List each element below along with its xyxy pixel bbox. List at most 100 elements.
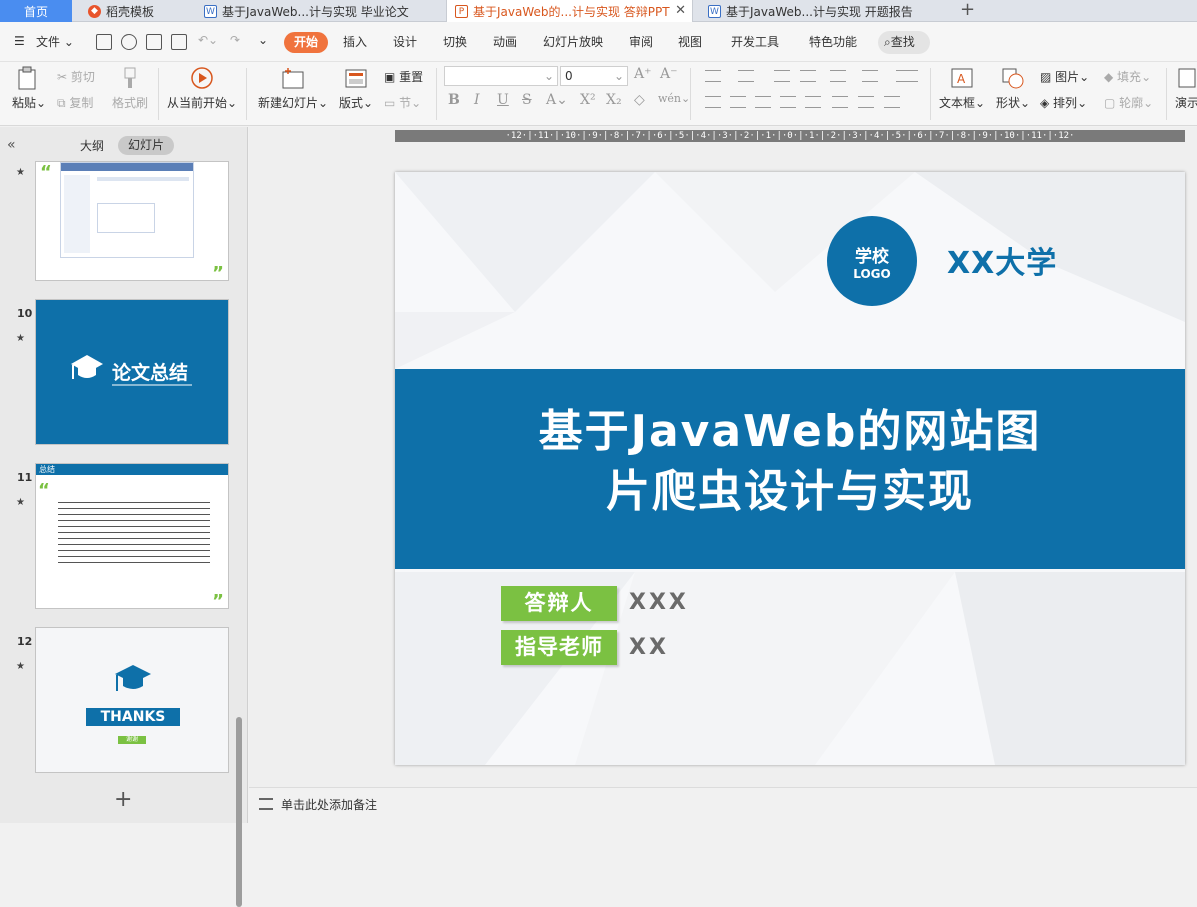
superscript-icon[interactable]: X² — [580, 92, 596, 108]
section-label: 节 — [399, 96, 412, 110]
text-direction-icon[interactable] — [830, 70, 846, 82]
menu-slideshow[interactable]: 幻灯片放映 — [543, 33, 603, 50]
menu-insert[interactable]: 插入 — [343, 33, 367, 50]
title-banner: 基于JavaWeb的网站图 片爬虫设计与实现 — [395, 369, 1185, 569]
defender-value[interactable]: XXX — [629, 590, 689, 615]
copy-button[interactable]: ⧉ 复制 — [57, 94, 93, 111]
phonetic-guide-icon[interactable]: wén⌄ — [658, 92, 690, 105]
font-size-dropdown[interactable]: 0 ⌄ — [560, 66, 628, 86]
advisor-value[interactable]: XX — [629, 635, 669, 660]
font-family-dropdown[interactable]: ⌄ — [444, 66, 558, 86]
strikethrough-icon[interactable]: S — [522, 92, 532, 108]
notes-bar[interactable]: 单击此处添加备注 — [249, 787, 1197, 823]
align-center-icon[interactable] — [730, 96, 746, 108]
fill-button[interactable]: ◆ 填充⌄ — [1104, 68, 1151, 85]
current-slide[interactable]: 学校 LOGO XX大学 基于JavaWeb的网站图 片爬虫设计与实现 答辩人 … — [395, 172, 1185, 765]
font-color-icon[interactable]: A⌄ — [546, 92, 568, 108]
shape-button[interactable]: 形状⌄ — [996, 66, 1030, 111]
outline-icon: ▢ — [1104, 96, 1120, 110]
university-name[interactable]: XX大学 — [947, 238, 1057, 282]
writer-doc-icon: W — [708, 4, 721, 18]
increase-indent-icon[interactable] — [800, 70, 816, 82]
justify-icon[interactable] — [780, 96, 796, 108]
tab-thesis-doc[interactable]: W 基于JavaWeb...计与实现 毕业论文 — [196, 0, 442, 22]
section-button[interactable]: ▭ 节⌄ — [384, 94, 421, 111]
tab-docer[interactable]: ◆ 稻壳模板 — [80, 0, 188, 22]
line-spacing-icon[interactable] — [832, 96, 848, 108]
underline-icon[interactable]: U — [497, 92, 509, 108]
cut-button[interactable]: ✂ 剪切 — [57, 68, 95, 85]
textbox-label: 文本框 — [938, 96, 975, 110]
reset-button[interactable]: ▣ 重置 — [384, 68, 423, 85]
print-preview-icon[interactable] — [171, 34, 187, 50]
cut-label: 剪切 — [70, 70, 95, 84]
redo-icon[interactable]: ↷ — [230, 33, 240, 47]
new-tab-plus-icon[interactable]: + — [960, 0, 975, 20]
horizontal-ruler[interactable]: ·12·|·11·|·10·|·9·|·8·|·7·|·6·|·5·|·4·|·… — [395, 130, 1185, 142]
new-slide-button[interactable]: 新建幻灯片⌄ — [258, 66, 328, 111]
paste-button[interactable]: 粘贴⌄ — [12, 66, 46, 111]
vertical-align-icon[interactable] — [884, 96, 900, 108]
slide-number: 12 — [17, 635, 33, 648]
italic-icon[interactable]: I — [474, 92, 480, 108]
bullet-list-icon[interactable] — [705, 70, 721, 82]
slide-thumbnail-12[interactable]: THANKS 谢谢 — [35, 627, 229, 773]
advisor-label[interactable]: 指导老师 — [501, 630, 617, 665]
notes-placeholder[interactable]: 单击此处添加备注 — [281, 796, 377, 813]
clear-format-icon[interactable]: ◇ — [634, 92, 645, 108]
menu-design[interactable]: 设计 — [393, 33, 417, 50]
slide-thumbnail-9[interactable]: “ ” — [35, 161, 229, 281]
tab-slides[interactable]: 幻灯片 — [118, 136, 174, 155]
play-from-current-button[interactable]: 从当前开始⌄ — [167, 66, 237, 111]
align-left-icon[interactable] — [705, 96, 721, 108]
quick-access-dropdown-icon[interactable]: ⌄ — [258, 33, 268, 47]
tab-home[interactable]: 首页 — [0, 0, 72, 22]
decrease-font-icon[interactable]: A⁻ — [660, 66, 678, 82]
textbox-button[interactable]: A 文本框⌄ — [938, 66, 986, 111]
slide-thumbnail-10[interactable]: 论文总结 — [35, 299, 229, 445]
divider — [930, 68, 931, 120]
layout-button[interactable]: 版式⌄ — [339, 66, 373, 111]
menu-animation[interactable]: 动画 — [493, 33, 517, 50]
tab-proposal-doc[interactable]: W 基于JavaWeb...计与实现 开题报告 — [700, 0, 946, 22]
defender-label[interactable]: 答辩人 — [501, 586, 617, 621]
format-painter-button[interactable]: 格式刷 — [110, 66, 150, 111]
collapse-pane-icon[interactable]: « — [7, 137, 16, 153]
menu-start[interactable]: 开始 — [284, 32, 328, 53]
save-icon[interactable] — [96, 34, 112, 50]
numbered-list-icon[interactable] — [738, 70, 754, 82]
tab-defense-ppt[interactable]: P 基于JavaWeb的...计与实现 答辩PPT ✕ — [446, 0, 693, 22]
undo-icon[interactable]: ↶⌄ — [198, 33, 218, 47]
hamburger-icon[interactable]: ☰ — [14, 34, 25, 48]
column-icon[interactable] — [862, 70, 878, 82]
align-right-icon[interactable] — [755, 96, 771, 108]
menu-view[interactable]: 视图 — [678, 33, 702, 50]
search-button[interactable]: ⌕查找 — [878, 31, 930, 54]
slide-thumbnail-11[interactable]: 总结 “ ” — [35, 463, 229, 609]
close-tab-icon[interactable]: ✕ — [675, 3, 686, 18]
menu-transition[interactable]: 切换 — [443, 33, 467, 50]
slide-title-line1[interactable]: 基于JavaWeb的网站图 — [395, 395, 1185, 459]
outline-button[interactable]: ▢ 轮廓⌄ — [1104, 94, 1153, 111]
present-button[interactable]: 演示 — [1172, 66, 1197, 111]
notes-icon — [259, 798, 273, 810]
bold-icon[interactable]: B — [448, 92, 460, 108]
distribute-icon[interactable] — [805, 96, 821, 108]
picture-button[interactable]: ▨ 图片⌄ — [1040, 68, 1089, 85]
increase-font-icon[interactable]: A⁺ — [634, 66, 652, 82]
add-slide-plus-icon[interactable]: + — [114, 787, 132, 812]
arrange-button[interactable]: ◈ 排列⌄ — [1040, 94, 1087, 111]
export-icon[interactable] — [121, 34, 137, 50]
menu-features[interactable]: 特色功能 — [809, 33, 857, 50]
text-effect-icon[interactable] — [896, 70, 918, 82]
decrease-indent-icon[interactable] — [774, 70, 790, 82]
thumbnail-scrollbar[interactable] — [236, 717, 242, 907]
tab-outline[interactable]: 大纲 — [80, 137, 104, 154]
subscript-icon[interactable]: X₂ — [606, 92, 622, 108]
print-icon[interactable] — [146, 34, 162, 50]
menu-review[interactable]: 审阅 — [629, 33, 653, 50]
paragraph-spacing-icon[interactable] — [858, 96, 874, 108]
file-menu[interactable]: 文件 ⌄ — [36, 33, 74, 50]
menu-developer[interactable]: 开发工具 — [731, 33, 779, 50]
slide-title-line2[interactable]: 片爬虫设计与实现 — [395, 455, 1185, 519]
